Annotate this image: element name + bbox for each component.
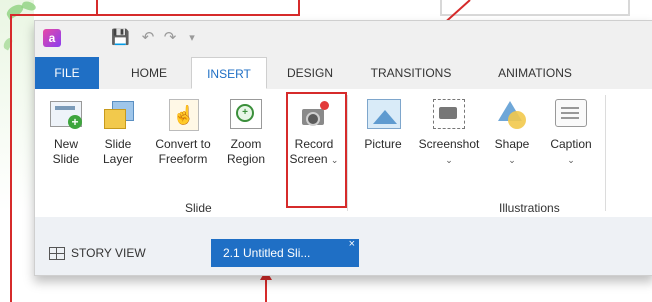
tab-design[interactable]: DESIGN	[277, 57, 343, 89]
zoom-region-button[interactable]: + Zoom Region	[219, 95, 273, 203]
new-slide-button[interactable]: + New Slide	[39, 95, 93, 203]
record-screen-highlight	[286, 92, 347, 208]
annotation-line-left-vertical	[10, 14, 12, 302]
shape-dropdown-icon[interactable]: ⌄	[508, 155, 516, 165]
tab-home[interactable]: HOME	[117, 57, 181, 89]
customize-qat-icon[interactable]: ▾	[183, 29, 201, 47]
tab-story-view[interactable]: STORY VIEW	[49, 239, 169, 267]
screenshot-dropdown-icon[interactable]: ⌄	[445, 155, 453, 165]
shape-icon	[494, 99, 530, 131]
group-label-illustrations: Illustrations	[499, 201, 560, 215]
slide-layer-icon	[100, 99, 136, 131]
story-view-icon	[49, 247, 65, 261]
slide-layer-button[interactable]: Slide Layer	[91, 95, 145, 203]
screenshot-label: Screenshot ⌄	[418, 137, 480, 165]
quick-access-toolbar: a 💾 ↶ ↷ ▾	[35, 21, 652, 57]
new-slide-icon: +	[48, 99, 84, 131]
shape-label: Shape ⌄	[494, 137, 530, 165]
annotation-callout-left	[96, 0, 300, 16]
tab-insert[interactable]: INSERT	[191, 57, 267, 89]
page-background	[0, 0, 37, 302]
convert-freeform-label: Convert to Freeform	[155, 137, 211, 166]
new-slide-label: New Slide	[52, 137, 80, 166]
slide-layer-label: Slide Layer	[102, 137, 134, 166]
undo-icon[interactable]: ↶	[139, 29, 157, 47]
screenshot-button[interactable]: Screenshot ⌄	[413, 95, 485, 203]
tab-slide-2-1[interactable]: 2.1 Untitled Sli... ×	[211, 238, 359, 267]
caption-button[interactable]: Caption ⌄	[541, 95, 601, 203]
zoom-region-label: Zoom Region	[226, 137, 266, 166]
ribbon-tabs: FILE HOME INSERT DESIGN TRANSITIONS ANIM…	[35, 57, 652, 90]
group-divider	[347, 95, 348, 211]
picture-label: Picture	[364, 137, 402, 151]
save-icon[interactable]: 💾	[111, 29, 130, 47]
screenshot-icon	[431, 99, 467, 131]
leaf-decoration	[1, 36, 15, 51]
annotation-line-left-horizontal	[10, 14, 98, 16]
close-tab-icon[interactable]: ×	[349, 230, 355, 258]
tab-file[interactable]: FILE	[35, 57, 99, 89]
tab-animations[interactable]: ANIMATIONS	[481, 57, 589, 89]
app-logo-icon: a	[43, 29, 61, 47]
group-label-slide: Slide	[185, 201, 212, 215]
slide-tab-label: 2.1 Untitled Sli...	[223, 246, 311, 260]
picture-button[interactable]: Picture	[353, 95, 413, 203]
story-view-label: STORY VIEW	[71, 246, 146, 260]
picture-icon	[365, 99, 401, 131]
document-tab-bar: STORY VIEW 2.1 Untitled Sli... ×	[35, 217, 652, 275]
convert-freeform-icon: ☝	[165, 99, 201, 131]
caption-label: Caption ⌄	[550, 137, 592, 165]
shape-button[interactable]: Shape ⌄	[485, 95, 539, 203]
zoom-region-icon: +	[228, 99, 264, 131]
caption-icon	[553, 99, 589, 131]
convert-freeform-button[interactable]: ☝ Convert to Freeform	[149, 95, 217, 203]
tab-transitions[interactable]: TRANSITIONS	[353, 57, 469, 89]
leaf-decoration	[21, 0, 37, 13]
group-divider	[605, 95, 606, 211]
caption-dropdown-icon[interactable]: ⌄	[567, 155, 575, 165]
redo-icon[interactable]: ↷	[161, 29, 179, 47]
